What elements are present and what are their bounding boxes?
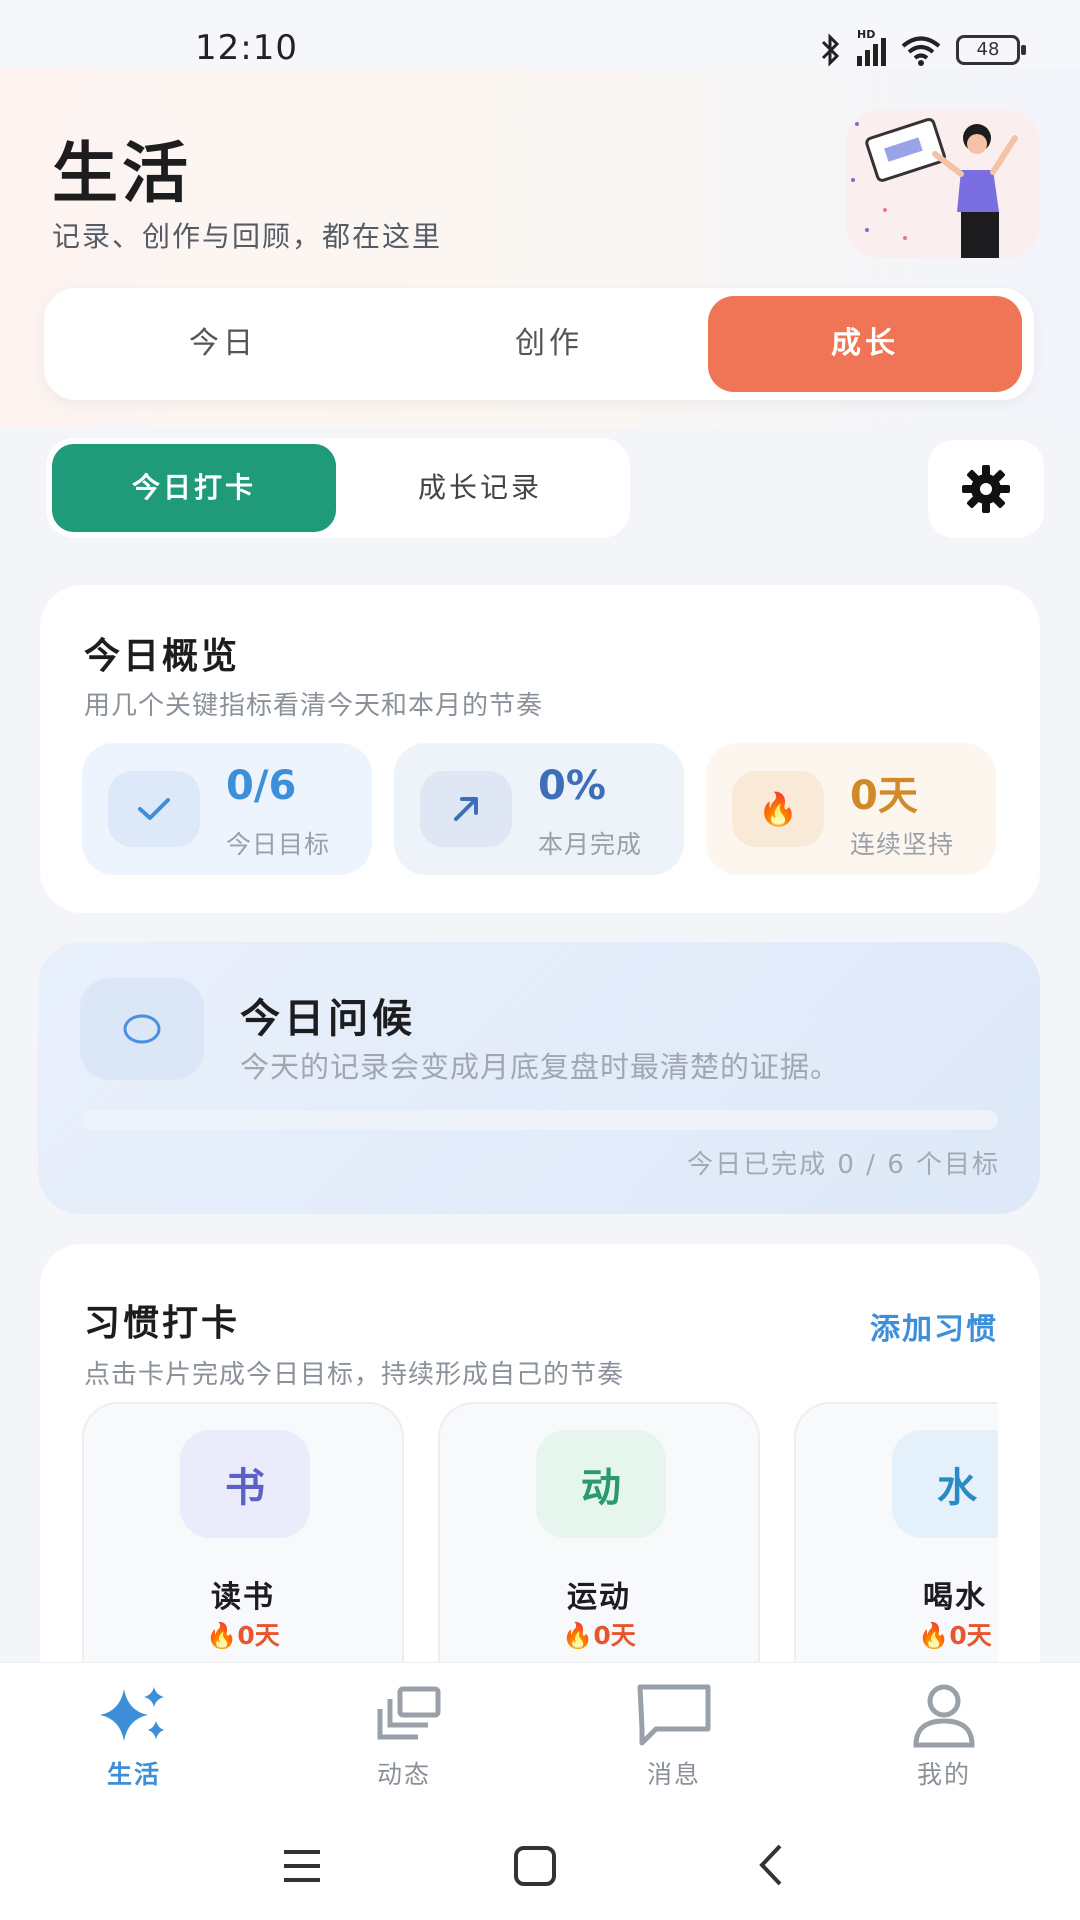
wifi-icon	[901, 36, 941, 66]
bluetooth-icon	[821, 33, 840, 67]
check-icon	[108, 771, 200, 847]
page-subtitle: 记录、创作与回顾，都在这里	[52, 220, 443, 253]
person-icon	[874, 1677, 1014, 1755]
greeting-progress-text: 今日已完成 0 / 6 个目标	[687, 1150, 1000, 1180]
bottom-nav: 生活 动态 消息 我的	[0, 1662, 1080, 1813]
network-type-label: HD	[857, 28, 876, 41]
sparkle-icon	[64, 1677, 204, 1755]
habit-name: 读书	[211, 1580, 275, 1615]
nav-label: 动态	[376, 1760, 431, 1789]
habits-subtitle: 点击卡片完成今日目标，持续形成自己的节奏	[84, 1360, 625, 1390]
habit-name: 运动	[567, 1580, 631, 1615]
tab-create[interactable]: 创作	[392, 296, 706, 392]
stat-label: 本月完成	[538, 830, 643, 859]
habit-streak: 🔥0天	[206, 1621, 280, 1650]
daily-progress-bar	[80, 1110, 998, 1130]
greeting-text: 今天的记录会变成月底复盘时最清楚的证据。	[240, 1050, 841, 1084]
menu-icon[interactable]	[280, 1846, 324, 1886]
status-icons: HD 48	[819, 28, 1026, 70]
nav-feed[interactable]: 动态	[334, 1677, 474, 1797]
greeting-card: 今日问候 今天的记录会变成月底复盘时最清楚的证据。 今日已完成 0 / 6 个目…	[38, 942, 1040, 1214]
nav-label: 我的	[916, 1760, 971, 1789]
stat-month-completion: 0% 本月完成	[394, 743, 684, 875]
sub-tabs: 今日打卡 成长记录	[46, 438, 630, 538]
stat-value: 0%	[538, 763, 606, 809]
stat-streak: 🔥 0天 连续坚持	[706, 743, 996, 875]
cellular-signal-icon: HD	[857, 28, 886, 66]
overview-title: 今日概览	[84, 636, 241, 677]
stat-label: 连续坚持	[850, 830, 955, 859]
habit-icon: 水	[892, 1430, 998, 1538]
circle-icon	[80, 978, 204, 1080]
trend-arrow-icon	[420, 771, 512, 847]
stat-label: 今日目标	[226, 830, 331, 859]
tab-growth[interactable]: 成长	[708, 296, 1022, 392]
habit-streak: 🔥0天	[918, 1621, 992, 1650]
system-nav-bar	[0, 1812, 1080, 1920]
gear-icon	[962, 465, 1010, 513]
habit-icon: 动	[536, 1430, 666, 1538]
nav-label: 生活	[106, 1760, 161, 1789]
subtab-daily-checkin[interactable]: 今日打卡	[52, 444, 336, 532]
habit-streak: 🔥0天	[562, 1621, 636, 1650]
nav-profile[interactable]: 我的	[874, 1677, 1014, 1797]
habits-card: 习惯打卡 点击卡片完成今日目标，持续形成自己的节奏 添加习惯 书 读书 🔥0天 …	[40, 1244, 1040, 1724]
greeting-title: 今日问候	[240, 996, 416, 1042]
habit-name: 喝水	[923, 1580, 987, 1615]
fire-icon: 🔥	[732, 771, 824, 847]
stat-today-goals: 0/6 今日目标	[82, 743, 372, 875]
nav-life[interactable]: 生活	[64, 1677, 204, 1797]
subtab-growth-records[interactable]: 成长记录	[338, 444, 622, 532]
settings-button[interactable]	[928, 440, 1044, 538]
stat-value: 0天	[850, 773, 918, 819]
habits-title: 习惯打卡	[84, 1303, 241, 1344]
home-square-icon[interactable]	[512, 1844, 558, 1888]
stat-value: 0/6	[226, 763, 297, 809]
back-icon[interactable]	[754, 1842, 788, 1888]
nav-label: 消息	[646, 1760, 701, 1789]
battery-icon: 48	[956, 35, 1026, 65]
nav-messages[interactable]: 消息	[604, 1677, 744, 1797]
add-habit-button[interactable]: 添加习惯	[870, 1304, 998, 1348]
overview-subtitle: 用几个关键指标看清今天和本月的节奏	[84, 691, 544, 721]
segment-tabs: 今日 创作 成长	[44, 288, 1034, 400]
status-time: 12:10	[195, 28, 298, 68]
stack-icon	[334, 1677, 474, 1755]
chat-bubble-icon	[604, 1677, 744, 1755]
header-illustration	[845, 110, 1040, 258]
habit-icon: 书	[180, 1430, 310, 1538]
overview-card: 今日概览 用几个关键指标看清今天和本月的节奏 0/6 今日目标 0% 本月完成 …	[40, 585, 1040, 913]
page-title: 生活	[52, 135, 192, 212]
tab-today[interactable]: 今日	[66, 296, 380, 392]
